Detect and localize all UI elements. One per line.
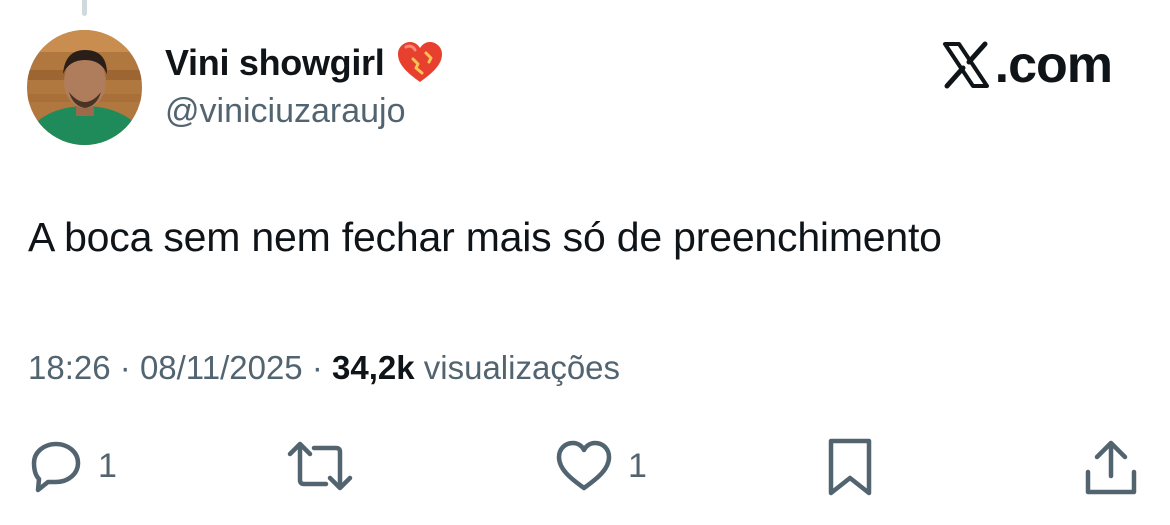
repost-icon <box>287 441 353 491</box>
tweet-text: A boca sem nem fechar mais só de preench… <box>28 214 942 260</box>
display-name[interactable]: Vini showgirl <box>165 42 385 84</box>
tweet-date[interactable]: 08/11/2025 <box>140 349 303 386</box>
mending-heart-emoji-icon <box>398 42 443 82</box>
reply-count: 1 <box>98 446 117 485</box>
action-bar: 1 1 <box>0 432 1170 502</box>
reply-button[interactable]: 1 <box>28 438 117 494</box>
author-name-row: Vini showgirl <box>165 40 444 86</box>
like-button[interactable]: 1 <box>554 438 647 494</box>
meta-separator: · <box>119 349 131 386</box>
brand-watermark: .com <box>941 36 1113 94</box>
views-label: visualizações <box>423 349 621 386</box>
bookmark-icon <box>828 438 872 496</box>
tweet-time[interactable]: 18:26 <box>28 349 111 386</box>
tweet-meta: 18:26 · 08/11/2025 · 34,2k visualizações <box>28 349 620 387</box>
thread-connector-line <box>82 0 87 16</box>
x-logo-icon <box>942 41 989 89</box>
brand-text: .com <box>994 36 1113 94</box>
meta-separator: · <box>311 349 323 386</box>
like-count: 1 <box>628 446 647 485</box>
avatar[interactable] <box>27 30 142 145</box>
share-button[interactable] <box>1082 438 1140 498</box>
like-icon <box>556 440 612 491</box>
author-handle[interactable]: @viniciuzaraujo <box>165 92 406 131</box>
repost-button[interactable] <box>286 440 354 492</box>
reply-icon <box>31 441 81 493</box>
share-icon <box>1085 440 1137 495</box>
views-count: 34,2k <box>332 349 415 386</box>
bookmark-button[interactable] <box>826 436 874 498</box>
